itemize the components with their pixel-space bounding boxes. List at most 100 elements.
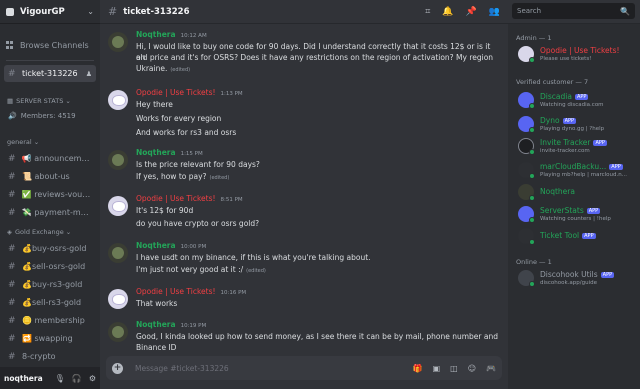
channel-label: 🪙 membership [22, 316, 85, 325]
member-item[interactable]: Ticket Tool APP [518, 226, 638, 246]
message-text: It's 12$ for 90d [136, 206, 194, 215]
member-item[interactable]: Discohook Utils APP discohook.app/guide [518, 268, 638, 288]
pin-icon[interactable]: 📌 [466, 7, 477, 17]
edited-label: (edited) [170, 67, 191, 73]
channel-payment[interactable]: # 💸 payment-me... [4, 204, 96, 221]
member-item[interactable]: Discadia APP Watching discadia.com [518, 90, 638, 110]
category-general[interactable]: general ⌄ [0, 135, 100, 149]
channel-label: 8-crypto [22, 352, 56, 361]
sticker-icon[interactable]: ◫ [450, 364, 458, 373]
timestamp: 10:12 AM [180, 33, 207, 39]
member-name: ServerStats APP [540, 206, 601, 215]
server-header[interactable]: VigourGP ⌄ [0, 0, 100, 24]
channel-announcements[interactable]: # 📢 announceme... [4, 150, 96, 167]
message-header: Opodie | Use Tickets! 10:16 PM [136, 287, 246, 296]
channel-swapping[interactable]: # 🔁 swapping [4, 330, 96, 347]
member-status: invite-tracker.com [540, 148, 590, 154]
channel-label: 🔁 swapping [22, 334, 73, 343]
author-name[interactable]: Noqthera [136, 241, 176, 250]
channel-reviews[interactable]: # ✅ reviews-vouc... [4, 186, 96, 203]
online-status-icon [529, 239, 535, 245]
members-list-icon[interactable]: 👥 [489, 7, 500, 17]
online-status-icon [529, 173, 535, 179]
channel-membership[interactable]: # 🪙 membership [4, 312, 96, 329]
avatar[interactable] [108, 150, 128, 170]
browse-channels-icon [6, 41, 14, 49]
channel-label: 💸 payment-me... [21, 208, 92, 217]
headphones-icon[interactable]: 🎧 [72, 374, 82, 383]
author-name[interactable]: Noqthera [136, 148, 176, 157]
member-name: Invite Tracker APP [540, 138, 607, 147]
author-name[interactable]: Noqthera [136, 30, 176, 39]
user-name[interactable]: noqthera [4, 374, 48, 383]
chevron-down-icon: ⌄ [65, 97, 71, 105]
members-stat[interactable]: 🔊 Members: 4519 [0, 108, 100, 123]
avatar[interactable] [108, 243, 128, 263]
member-item[interactable]: ServerStats APP Watching counters | !help [518, 204, 638, 224]
channel-buy-osrs-gold[interactable]: # 💰buy-osrs-gold [4, 240, 96, 257]
channel-sell-rs3-gold[interactable]: # 💰sell-rs3-gold [4, 294, 96, 311]
channel-label: 💰sell-rs3-gold [22, 298, 82, 307]
member-item[interactable]: Dyno APP Playing dyno.gg | ?help [518, 114, 638, 134]
channel-ticket[interactable]: # ticket-313226 ♟ [4, 65, 96, 82]
composer-placeholder: Message #ticket-313226 [135, 363, 229, 373]
chevron-down-icon[interactable]: ⌄ [87, 7, 94, 16]
avatar[interactable] [108, 32, 128, 52]
chevron-down-icon: ⌄ [33, 138, 40, 146]
member-item[interactable]: Opodie | Use Tickets! Please use tickets… [518, 44, 638, 64]
author-name[interactable]: Opodie | Use Tickets! [136, 287, 216, 296]
member-item[interactable]: Invite Tracker APP invite-tracker.com [518, 136, 638, 156]
timestamp: 10:19 PM [180, 323, 207, 329]
browse-channels-label: Browse Channels [20, 40, 89, 50]
author-name[interactable]: Opodie | Use Tickets! [136, 194, 216, 203]
author-name[interactable]: Noqthera [136, 320, 176, 329]
member-item[interactable]: marCloudBacku... APP Playing mb?help | ma… [518, 160, 638, 180]
hash-icon: # [8, 68, 16, 79]
edited-label: (edited) [209, 175, 230, 181]
category-gold-exchange[interactable]: ◈ Gold Exchange ⌄ [0, 225, 100, 239]
message-text: And works for rs3 and osrs [136, 128, 237, 137]
member-item[interactable]: Noqthera [518, 182, 638, 202]
hash-icon: # [8, 333, 16, 344]
avatar[interactable] [108, 90, 128, 110]
apps-icon[interactable]: 🎮 [486, 364, 496, 373]
message-text: Is the price relevant for 90 days? [136, 160, 260, 169]
gift-icon[interactable]: 🎁 [413, 364, 423, 373]
browse-channels[interactable]: Browse Channels [0, 34, 100, 56]
channel-buy-rs3-gold[interactable]: # 💰buy-rs3-gold [4, 276, 96, 293]
app-badge: APP [574, 94, 589, 100]
avatar[interactable] [108, 289, 128, 309]
message-text: old price and it's for OSRS? Does it hav… [136, 53, 494, 62]
category-server-stats[interactable]: ▦ SERVER STATS ⌄ [0, 94, 100, 108]
gif-icon[interactable]: ▣ [433, 364, 441, 373]
app-badge: APP [562, 118, 577, 124]
message-text: I'm just not very good at it :/(edited) [136, 265, 266, 274]
hash-icon: # [108, 5, 118, 18]
server-name: VigourGP [20, 6, 65, 17]
plus-icon[interactable]: + [112, 362, 123, 374]
member-category-admin: Admin — 1 [516, 34, 552, 42]
member-name: Noqthera [540, 187, 575, 196]
emoji-icon[interactable]: ☺ [468, 364, 476, 373]
threads-icon[interactable]: ⌗ [425, 7, 430, 17]
avatar[interactable] [108, 322, 128, 342]
search-input[interactable]: Search 🔍 [512, 3, 635, 19]
member-category-verified: Verified customer — 7 [516, 78, 589, 86]
add-member-icon[interactable]: ♟ [86, 70, 92, 78]
online-status-icon [529, 57, 535, 63]
channel-label: 💰buy-osrs-gold [22, 244, 87, 253]
channel-crypto[interactable]: # 8-crypto [4, 348, 96, 365]
channel-sell-osrs-gold[interactable]: # 💰sell-osrs-gold [4, 258, 96, 275]
microphone-icon[interactable]: 🎙 [55, 374, 65, 383]
member-status: Playing mb?help | marcloud.n... [540, 172, 627, 178]
member-name: Opodie | Use Tickets! [540, 46, 620, 55]
hash-icon: # [8, 297, 16, 308]
online-status-icon [529, 103, 535, 109]
message-composer[interactable]: + Message #ticket-313226 🎁 ▣ ◫ ☺ 🎮 [106, 356, 502, 380]
gear-icon[interactable]: ⚙ [89, 374, 96, 383]
author-name[interactable]: Opodie | Use Tickets! [136, 88, 216, 97]
channel-about-us[interactable]: # 📜 about-us [4, 168, 96, 185]
bell-icon[interactable]: 🔔 [442, 7, 453, 17]
avatar[interactable] [108, 196, 128, 216]
hash-icon: # [8, 261, 16, 272]
